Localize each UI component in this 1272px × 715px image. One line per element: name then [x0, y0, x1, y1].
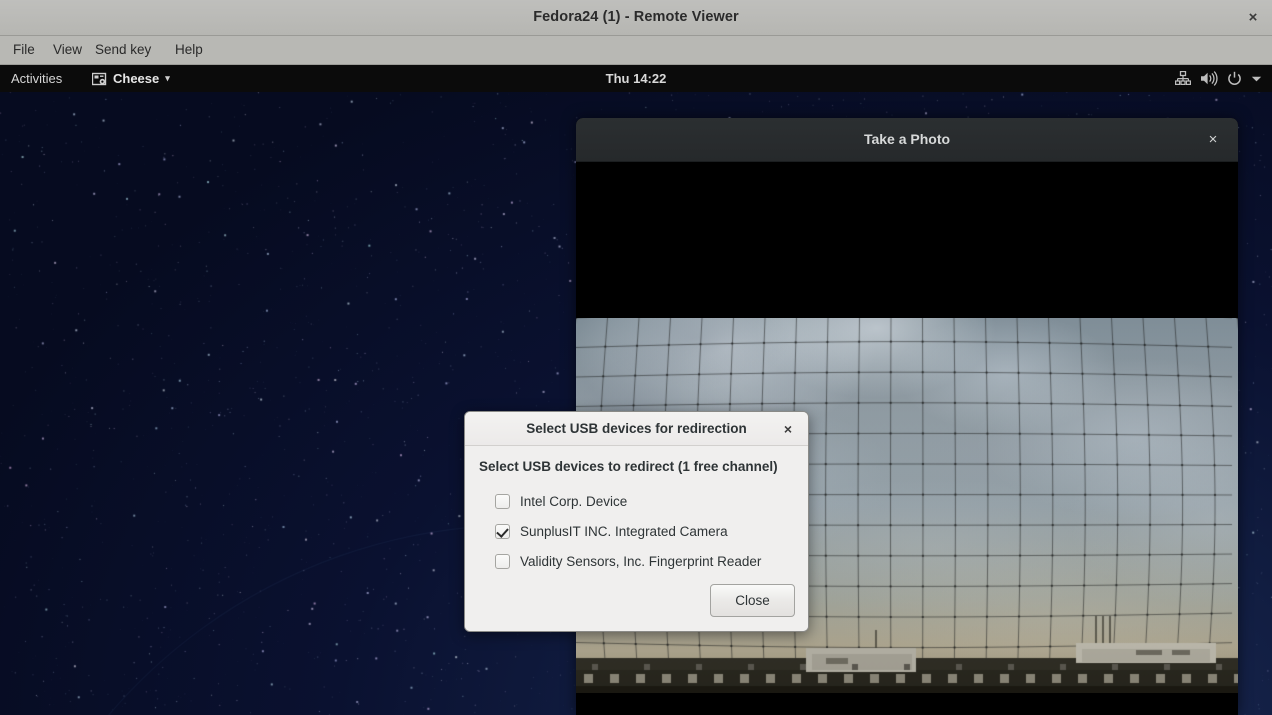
gnome-system-tray — [1175, 65, 1262, 92]
cheese-window-title: Take a Photo — [576, 118, 1238, 161]
remote-viewer-titlebar: Fedora24 (1) - Remote Viewer × — [0, 0, 1272, 36]
cheese-close-button[interactable]: × — [1204, 131, 1222, 149]
usb-device-row-2[interactable]: Validity Sensors, Inc. Fingerprint Reade… — [495, 546, 761, 576]
usb-dialog-title: Select USB devices for redirection — [465, 412, 808, 445]
usb-dialog-titlebar: Select USB devices for redirection × — [465, 412, 808, 446]
usb-device-label-2: Validity Sensors, Inc. Fingerprint Reade… — [520, 554, 761, 569]
gnome-top-bar: Thu 14:22 Activities Cheese ▾ — [0, 65, 1272, 92]
usb-redirection-dialog: Select USB devices for redirection × Sel… — [464, 411, 809, 632]
usb-device-checkbox-1[interactable] — [495, 524, 510, 539]
usb-dialog-prompt: Select USB devices to redirect (1 free c… — [479, 459, 778, 474]
app-menu-cheese[interactable]: Cheese ▾ — [92, 65, 170, 92]
usb-dialog-body: Select USB devices to redirect (1 free c… — [465, 446, 808, 631]
window-close-button[interactable]: × — [1242, 8, 1264, 28]
usb-device-row-1[interactable]: SunplusIT INC. Integrated Camera — [495, 516, 761, 546]
activities-button[interactable]: Activities — [11, 65, 62, 92]
usb-device-row-0[interactable]: Intel Corp. Device — [495, 486, 761, 516]
chevron-down-icon: ▾ — [165, 65, 170, 92]
screen: Fedora24 (1) - Remote Viewer × File View… — [0, 0, 1272, 715]
menu-item-view[interactable]: View — [46, 36, 89, 64]
window-title: Fedora24 (1) - Remote Viewer — [0, 0, 1272, 35]
usb-device-checkbox-0[interactable] — [495, 494, 510, 509]
guest-desktop: Thu 14:22 Activities Cheese ▾ — [0, 65, 1272, 715]
app-menu-label: Cheese — [113, 65, 159, 92]
chevron-down-icon[interactable] — [1251, 75, 1262, 83]
usb-dialog-close-button[interactable]: Close — [710, 584, 795, 617]
usb-dialog-close-icon[interactable]: × — [780, 421, 796, 437]
menu-item-file[interactable]: File — [6, 36, 42, 64]
cheese-titlebar: Take a Photo × — [576, 118, 1238, 162]
camera-icon — [92, 72, 107, 86]
power-icon[interactable] — [1227, 71, 1242, 86]
menu-item-help[interactable]: Help — [168, 36, 210, 64]
usb-device-label-0: Intel Corp. Device — [520, 494, 627, 509]
remote-viewer-menubar: File View Send key Help — [0, 36, 1272, 65]
gnome-clock[interactable]: Thu 14:22 — [0, 65, 1272, 92]
volume-icon[interactable] — [1200, 71, 1218, 86]
usb-device-list: Intel Corp. Device SunplusIT INC. Integr… — [495, 486, 761, 576]
usb-device-label-1: SunplusIT INC. Integrated Camera — [520, 524, 728, 539]
network-wired-icon[interactable] — [1175, 71, 1191, 86]
menu-item-send-key[interactable]: Send key — [88, 36, 158, 64]
usb-device-checkbox-2[interactable] — [495, 554, 510, 569]
